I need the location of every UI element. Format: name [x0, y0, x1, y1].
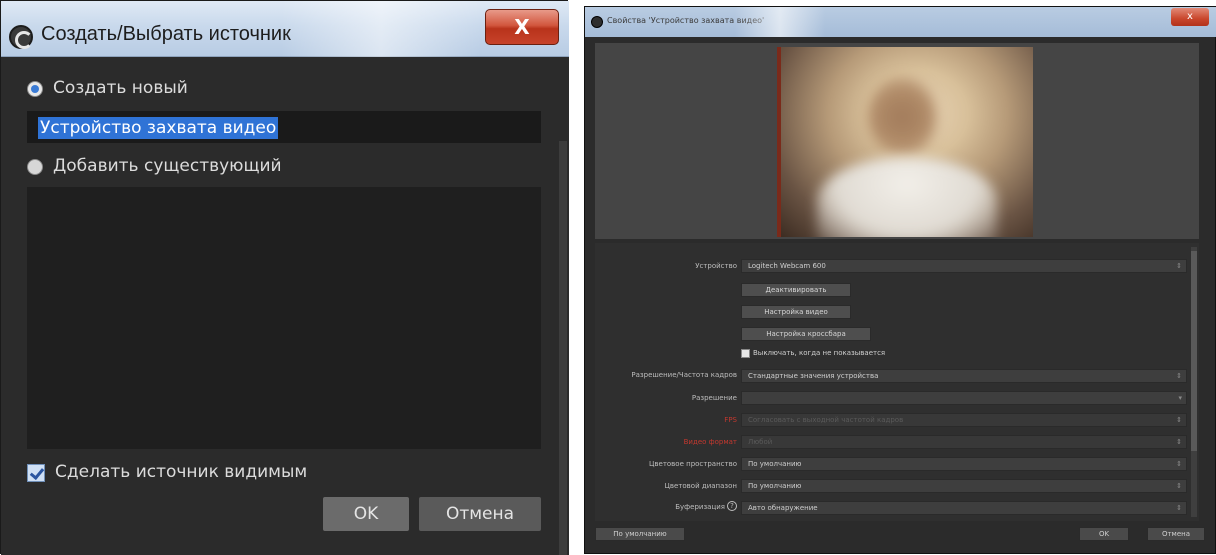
- help-icon[interactable]: ?: [727, 501, 737, 511]
- updown-arrow-icon: ⇕: [1176, 372, 1182, 380]
- video-preview: [595, 43, 1199, 239]
- video-format-select[interactable]: Любой ⇕: [741, 435, 1187, 449]
- fps-select[interactable]: Согласовать с выходной частотой кадров ⇕: [741, 413, 1187, 427]
- ok-button[interactable]: OK: [1079, 527, 1129, 541]
- dialog-titlebar: Создать/Выбрать источник X: [1, 1, 569, 57]
- buffering-select[interactable]: Авто обнаружение ⇕: [741, 501, 1187, 515]
- add-existing-radio[interactable]: [27, 159, 43, 175]
- close-button[interactable]: X: [485, 9, 559, 45]
- updown-arrow-icon: ⇕: [1176, 438, 1182, 446]
- color-space-select[interactable]: По умолчанию ⇕: [741, 457, 1187, 471]
- device-value: Logitech Webcam 600: [748, 262, 826, 270]
- webcam-frame: [777, 47, 1033, 237]
- res-fps-label: Разрешение/Частота кадров: [631, 371, 737, 379]
- properties-titlebar: Свойства 'Устройство захвата видео' x: [585, 7, 1216, 37]
- updown-arrow-icon: ⇕: [1176, 482, 1182, 490]
- crossbar-settings-button[interactable]: Настройка кроссбара: [741, 327, 871, 341]
- source-name-input[interactable]: Устройство захвата видео: [27, 111, 541, 143]
- updown-arrow-icon: ⇕: [1176, 416, 1182, 424]
- color-space-label: Цветовое пространство: [648, 460, 737, 468]
- make-visible-label[interactable]: Сделать источник видимым: [55, 462, 307, 482]
- fps-value: Согласовать с выходной частотой кадров: [748, 416, 904, 424]
- source-name-value: Устройство захвата видео: [38, 117, 279, 139]
- create-source-dialog: Создать/Выбрать источник X Создать новый…: [0, 0, 569, 555]
- resolution-select[interactable]: ▾: [741, 391, 1187, 405]
- ok-button[interactable]: OK: [323, 497, 409, 531]
- device-select[interactable]: Logitech Webcam 600 ⇕: [741, 259, 1187, 273]
- make-visible-checkbox[interactable]: [27, 464, 45, 482]
- cancel-button[interactable]: Отмена: [419, 497, 541, 531]
- updown-arrow-icon: ⇕: [1176, 504, 1182, 512]
- create-new-radio[interactable]: [27, 81, 43, 97]
- disable-when-hidden-checkbox[interactable]: [741, 349, 750, 358]
- properties-dialog: Свойства 'Устройство захвата видео' x Ус…: [584, 6, 1216, 554]
- res-fps-select[interactable]: Стандартные значения устройства ⇕: [741, 369, 1187, 383]
- updown-arrow-icon: ⇕: [1176, 460, 1182, 468]
- updown-arrow-icon: ⇕: [1176, 262, 1182, 270]
- existing-sources-list[interactable]: [27, 187, 541, 449]
- properties-panel: Устройство Logitech Webcam 600 ⇕ Деактив…: [595, 243, 1199, 521]
- fps-label: FPS: [724, 416, 737, 424]
- color-space-value: По умолчанию: [748, 460, 802, 468]
- video-format-label: Видео формат: [683, 438, 737, 446]
- defaults-button[interactable]: По умолчанию: [595, 527, 685, 541]
- dialog-title: Создать/Выбрать источник: [41, 23, 291, 45]
- add-existing-label[interactable]: Добавить существующий: [53, 156, 282, 176]
- obs-logo-icon: [9, 25, 33, 49]
- create-new-label[interactable]: Создать новый: [53, 78, 188, 98]
- properties-scrollbar[interactable]: [1191, 247, 1197, 517]
- obs-logo-icon: [591, 16, 603, 28]
- color-range-label: Цветовой диапазон: [664, 482, 737, 490]
- close-button[interactable]: x: [1171, 8, 1209, 26]
- properties-title: Свойства 'Устройство захвата видео': [607, 16, 765, 25]
- disable-when-hidden-label[interactable]: Выключать, когда не показывается: [753, 349, 885, 357]
- color-range-select[interactable]: По умолчанию ⇕: [741, 479, 1187, 493]
- device-label: Устройство: [695, 262, 737, 270]
- cancel-button[interactable]: Отмена: [1147, 527, 1205, 541]
- deactivate-button[interactable]: Деактивировать: [741, 283, 851, 297]
- chevron-down-icon: ▾: [1178, 394, 1182, 402]
- res-fps-value: Стандартные значения устройства: [748, 372, 879, 380]
- video-format-value: Любой: [748, 438, 773, 446]
- color-range-value: По умолчанию: [748, 482, 802, 490]
- resolution-label: Разрешение: [691, 394, 737, 402]
- buffering-value: Авто обнаружение: [748, 504, 818, 512]
- window-edge: [559, 141, 567, 555]
- buffering-label: Буферизация: [675, 503, 725, 511]
- video-settings-button[interactable]: Настройка видео: [741, 305, 851, 319]
